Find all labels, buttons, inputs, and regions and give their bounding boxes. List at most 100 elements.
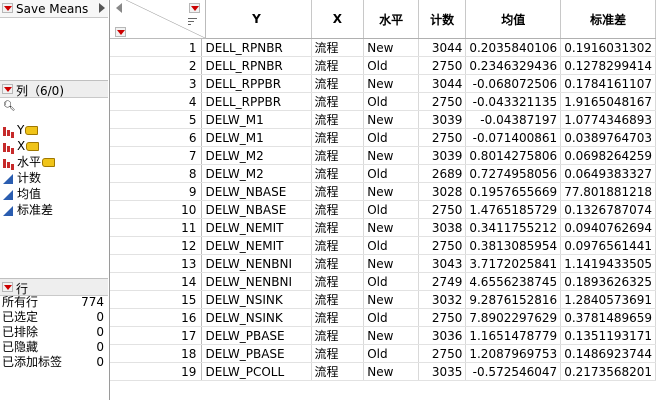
table-cell[interactable]: 2689 (418, 164, 467, 183)
table-cell[interactable]: 流程 (311, 200, 365, 219)
run-script-icon[interactable] (99, 3, 105, 13)
rows-panel-header[interactable]: 行 (0, 278, 108, 296)
column-item[interactable]: X (2, 139, 40, 153)
table-row[interactable]: 11 DELW_NEMIT 流程 New 3038 0.3411755212 0.09407… (110, 218, 656, 237)
table-cell[interactable]: New (363, 110, 419, 129)
table-cell[interactable]: 0.0940762694 (560, 218, 656, 237)
table-row[interactable]: 16 DELW_NSINK 流程 Old 2750 7.8902297629 0.37814… (110, 308, 656, 327)
table-cell[interactable]: 2750 (418, 56, 467, 75)
table-cell[interactable]: 3036 (418, 326, 467, 345)
column-header[interactable]: 均值 (465, 0, 562, 39)
table-cell[interactable]: 流程 (311, 344, 365, 363)
column-item[interactable]: 计数 (2, 171, 41, 185)
table-cell[interactable]: 2749 (418, 272, 467, 291)
table-cell[interactable]: 流程 (311, 182, 365, 201)
table-row[interactable]: 13 DELW_NENBNI 流程 New 3043 3.7172025841 1.1419… (110, 254, 656, 273)
table-cell[interactable]: New (363, 290, 419, 309)
table-cell[interactable]: 0.1278299414 (560, 56, 656, 75)
table-cell[interactable]: 4.6556238745 (465, 272, 562, 291)
table-cell[interactable]: 流程 (311, 128, 365, 147)
row-number[interactable]: 14 (110, 272, 203, 291)
table-cell[interactable]: 流程 (311, 362, 365, 381)
table-cell[interactable]: 流程 (311, 56, 365, 75)
table-cell[interactable]: 3038 (418, 218, 467, 237)
table-cell[interactable]: 2750 (418, 236, 467, 255)
table-cell[interactable]: DELW_NEMIT (201, 218, 312, 237)
table-cell[interactable]: 0.1893626325 (560, 272, 656, 291)
row-number[interactable]: 2 (110, 56, 203, 75)
row-number[interactable]: 6 (110, 128, 203, 147)
table-cell[interactable]: 3044 (418, 38, 467, 57)
table-cell[interactable]: 0.8014275806 (465, 146, 562, 165)
table-row[interactable]: 2 DELL_RPNBR 流程 Old 2750 0.2346329436 0.127829… (110, 56, 656, 75)
table-cell[interactable]: New (363, 326, 419, 345)
table-cell[interactable]: Old (363, 56, 419, 75)
table-cell[interactable]: DELW_PBASE (201, 344, 312, 363)
table-cell[interactable]: 1.1651478779 (465, 326, 562, 345)
row-number[interactable]: 10 (110, 200, 203, 219)
table-cell[interactable]: 0.0698264259 (560, 146, 656, 165)
table-cell[interactable]: DELW_NEMIT (201, 236, 312, 255)
table-cell[interactable]: Old (363, 92, 419, 111)
table-cell[interactable]: DELW_PCOLL (201, 362, 312, 381)
table-row[interactable]: 12 DELW_NEMIT 流程 Old 2750 0.3813085954 0.09765… (110, 236, 656, 255)
table-cell[interactable]: 流程 (311, 38, 365, 57)
table-cell[interactable]: 0.0976561441 (560, 236, 656, 255)
table-cell[interactable]: 0.1326787074 (560, 200, 656, 219)
table-row[interactable]: 3 DELL_RPPBR 流程 New 3044 -0.068072506 0.178416… (110, 74, 656, 93)
table-cell[interactable]: 0.1351193171 (560, 326, 656, 345)
table-cell[interactable]: DELW_NSINK (201, 290, 312, 309)
table-cell[interactable]: 0.1784161107 (560, 74, 656, 93)
table-cell[interactable]: 77.801881218 (560, 182, 656, 201)
table-cell[interactable]: 流程 (311, 326, 365, 345)
column-header[interactable]: X (311, 0, 365, 39)
table-cell[interactable]: New (363, 146, 419, 165)
table-cell[interactable]: 3035 (418, 362, 467, 381)
table-cell[interactable]: 2750 (418, 200, 467, 219)
table-cell[interactable]: 0.0649383327 (560, 164, 656, 183)
table-cell[interactable]: 3039 (418, 110, 467, 129)
table-cell[interactable]: -0.572546047 (465, 362, 562, 381)
sort-icon[interactable] (188, 18, 197, 28)
table-script-item[interactable]: Save Means (0, 0, 108, 18)
table-cell[interactable]: 0.3781489659 (560, 308, 656, 327)
table-cell[interactable]: DELW_NBASE (201, 182, 312, 201)
column-item[interactable]: Y (2, 123, 39, 137)
table-cell[interactable]: 3.7172025841 (465, 254, 562, 273)
table-row[interactable]: 4 DELL_RPPBR 流程 Old 2750 -0.043321135 1.916504… (110, 92, 656, 111)
table-cell[interactable]: 2750 (418, 344, 467, 363)
row-number[interactable]: 7 (110, 146, 203, 165)
column-header[interactable]: Y (201, 0, 312, 39)
table-cell[interactable]: 流程 (311, 146, 365, 165)
columns-panel-header[interactable]: 列（6/0) (0, 80, 108, 98)
table-cell[interactable]: New (363, 182, 419, 201)
row-number[interactable]: 4 (110, 92, 203, 111)
table-cell[interactable]: 0.1916031302 (560, 38, 656, 57)
table-cell[interactable]: DELW_M1 (201, 110, 312, 129)
table-cell[interactable]: DELW_PBASE (201, 326, 312, 345)
table-cell[interactable]: -0.043321135 (465, 92, 562, 111)
table-cell[interactable]: Old (363, 272, 419, 291)
table-cell[interactable]: New (363, 38, 419, 57)
rows-red-triangle-icon[interactable] (115, 27, 126, 37)
row-number[interactable]: 3 (110, 74, 203, 93)
table-cell[interactable]: New (363, 254, 419, 273)
table-cell[interactable]: 1.0774346893 (560, 110, 656, 129)
table-cell[interactable]: 流程 (311, 218, 365, 237)
table-cell[interactable]: 0.1486923744 (560, 344, 656, 363)
table-row[interactable]: 5 DELW_M1 流程 New 3039 -0.04387197 1.0774346893 (110, 110, 656, 129)
table-cell[interactable]: 1.1419433505 (560, 254, 656, 273)
table-cell[interactable]: DELW_NENBNI (201, 254, 312, 273)
table-cell[interactable]: DELW_M1 (201, 128, 312, 147)
collapse-panel-icon[interactable] (116, 3, 122, 13)
table-cell[interactable]: 2750 (418, 128, 467, 147)
row-number[interactable]: 18 (110, 344, 203, 363)
table-cell[interactable]: New (363, 218, 419, 237)
table-cell[interactable]: Old (363, 344, 419, 363)
column-item[interactable]: 均值 (2, 187, 41, 201)
table-cell[interactable]: 1.4765185729 (465, 200, 562, 219)
table-cell[interactable]: Old (363, 200, 419, 219)
row-number[interactable]: 15 (110, 290, 203, 309)
table-cell[interactable]: 3032 (418, 290, 467, 309)
table-cell[interactable]: 0.3411755212 (465, 218, 562, 237)
